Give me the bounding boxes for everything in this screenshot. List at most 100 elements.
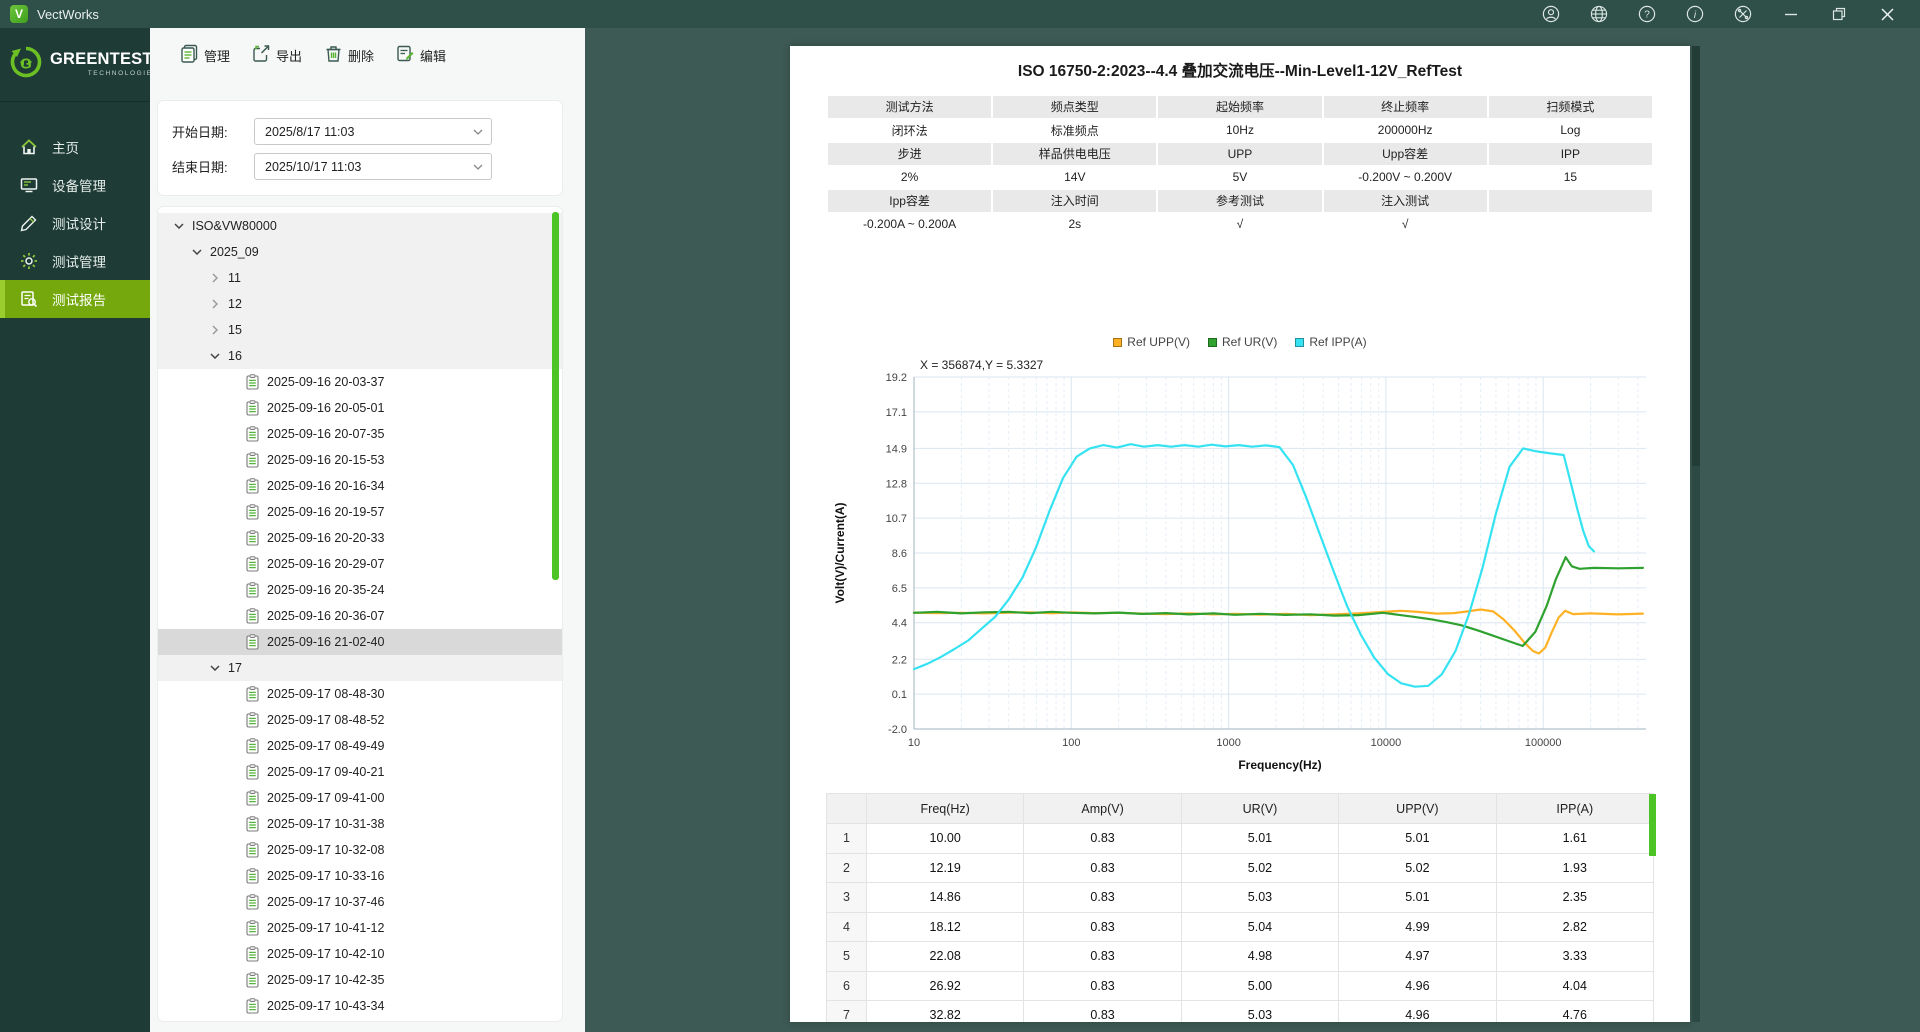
tree-node[interactable]: 2025-09-16 20-29-07 [158,551,562,577]
start-date-input[interactable]: 2025/8/17 11:03 [254,118,492,145]
tree-node[interactable]: 17 [158,655,562,681]
sidebar-item-test-design[interactable]: 测试设计 [0,204,150,242]
tree-node[interactable]: 2025-09-16 20-16-34 [158,473,562,499]
row-index: 4 [826,911,867,942]
minimize-button[interactable] [1774,0,1808,28]
page-scrollbar[interactable] [1692,46,1700,1022]
sidebar-item-device-management[interactable]: 设备管理 [0,166,150,204]
tree-node[interactable]: 16 [158,343,562,369]
report-doc-icon [246,998,260,1014]
help-icon[interactable]: ? [1630,0,1664,28]
svg-text:10: 10 [908,737,920,749]
legend-item[interactable]: Ref IPP(A) [1295,335,1367,349]
tree-expander-icon[interactable] [208,665,222,671]
table-row: 6 26.92 0.83 5.00 4.96 4.04 [826,970,1655,1001]
export-button[interactable]: 导出 [252,44,302,66]
table-row: 5 22.08 0.83 4.98 4.97 3.33 [826,941,1655,972]
tree-node[interactable]: 2025-09-16 20-36-07 [158,603,562,629]
tree-node[interactable]: 2025-09-16 20-15-53 [158,447,562,473]
maximize-button[interactable] [1822,0,1856,28]
tree-node[interactable]: 15 [158,317,562,343]
param-cell: 5V [1156,164,1324,190]
tree-node[interactable]: 2025-09-17 10-32-08 [158,837,562,863]
tree-node[interactable]: 2025-09-17 09-40-21 [158,759,562,785]
tree-node[interactable]: 2025-09-17 10-41-12 [158,915,562,941]
tree-node[interactable]: 2025-09-17 10-43-34 [158,993,562,1019]
report-chart: Ref UPP(V) Ref UR(V) Ref IPP(A) 19.2 17.1… [790,333,1690,773]
network-lan-icon[interactable] [1582,0,1616,28]
table-row: 4 18.12 0.83 5.04 4.99 2.82 [826,911,1655,942]
tools-icon[interactable] [1726,0,1760,28]
cell-amp: 0.83 [1023,823,1182,854]
tree-node[interactable]: 2025-09-16 20-03-37 [158,369,562,395]
tree-node-label: 2025-09-17 10-33-16 [267,869,385,883]
info-icon[interactable]: i [1678,0,1712,28]
data-table-scrollbar-thumb[interactable] [1649,794,1656,856]
manage-button[interactable]: 管理 [180,44,230,66]
param-cell: 14V [991,164,1159,190]
chart-legend: Ref UPP(V) Ref UR(V) Ref IPP(A) [790,333,1690,351]
tree-node[interactable]: 2025-09-17 08-48-52 [158,707,562,733]
page-scrollbar-thumb[interactable] [1692,46,1700,466]
tree-expander-icon[interactable] [208,353,222,359]
toolbar: 管理 导出 删除 编辑 [180,44,446,66]
report-magnifier-icon [19,290,38,309]
tree-node-label: 2025-09-17 10-37-46 [267,895,385,909]
param-cell: 标准频点 [991,117,1159,143]
tree-node[interactable]: 2025-09-16 20-05-01 [158,395,562,421]
param-cell: 10Hz [1156,117,1324,143]
tree-node-label: 2025-09-17 10-43-34 [267,999,385,1013]
tree-node-label: 15 [228,323,242,337]
gear-icon [19,252,38,271]
param-row: 测试方法 频点类型 起始频率 终止频率 扫频模式 [825,94,1655,120]
legend-label: Ref IPP(A) [1309,335,1367,349]
tree-node[interactable]: 2025-09-17 10-42-10 [158,941,562,967]
tree-expander-icon[interactable] [212,271,218,285]
tree-expander-icon[interactable] [212,297,218,311]
param-row: 2% 14V 5V -0.200V ~ 0.200V 15 [825,164,1655,190]
close-button[interactable] [1870,0,1904,28]
tree-node-label: 2025-09-17 10-42-35 [267,973,385,987]
delete-button[interactable]: 删除 [324,44,374,66]
report-doc-icon [246,582,260,598]
end-date-input[interactable]: 2025/10/17 11:03 [254,153,492,180]
tree-node[interactable]: 2025-09-17 10-42-35 [158,967,562,993]
account-icon[interactable] [1534,0,1568,28]
tree-node[interactable]: 2025-09-16 20-20-33 [158,525,562,551]
legend-item[interactable]: Ref UR(V) [1207,335,1277,349]
tree-node[interactable]: 2025_09 [158,239,562,265]
param-cell: UPP [1156,141,1324,167]
table-row: 2 12.19 0.83 5.02 5.02 1.93 [826,852,1655,883]
tree-node-label: ISO&VW80000 [192,219,277,233]
tree-node[interactable] [158,1019,562,1021]
tree-node[interactable]: 2025-09-16 20-07-35 [158,421,562,447]
legend-item[interactable]: Ref UPP(V) [1113,335,1190,349]
report-tree-card: ISO&VW80000 2025_09 11 12 15 16 2025-09-… [157,206,563,1022]
sidebar-item-home[interactable]: 主页 [0,128,150,166]
tree-node[interactable]: 12 [158,291,562,317]
tree-expander-icon[interactable] [172,223,186,229]
param-cell: √ [1156,211,1324,237]
report-doc-icon [246,790,260,806]
tree-node[interactable]: ISO&VW80000 [158,213,562,239]
tree-node[interactable]: 2025-09-16 21-02-40 [158,629,562,655]
tree-node[interactable]: 2025-09-17 09-41-00 [158,785,562,811]
tree-node[interactable]: 2025-09-17 10-33-16 [158,863,562,889]
tree-scrollbar-thumb[interactable] [552,212,559,580]
tree-node[interactable]: 2025-09-16 20-35-24 [158,577,562,603]
sidebar-item-test-management[interactable]: 测试管理 [0,242,150,280]
tree-node[interactable]: 2025-09-17 08-49-49 [158,733,562,759]
tree-node-label: 2025-09-16 20-19-57 [267,505,385,519]
tree-node[interactable]: 2025-09-17 08-48-30 [158,681,562,707]
tree-node[interactable]: 2025-09-17 10-31-38 [158,811,562,837]
tree-node[interactable]: 2025-09-17 10-37-46 [158,889,562,915]
edit-button[interactable]: 编辑 [396,44,446,66]
param-cell: 样品供电电压 [991,141,1159,167]
sidebar-item-test-report[interactable]: 测试报告 [0,280,150,318]
tree-node[interactable]: 11 [158,265,562,291]
tree-node[interactable]: 2025-09-16 20-19-57 [158,499,562,525]
tree-node-label: 2025-09-16 21-02-40 [267,635,385,649]
tree-expander-icon[interactable] [212,323,218,337]
tree-expander-icon[interactable] [190,249,204,255]
cell-ipp: 2.82 [1495,911,1655,942]
